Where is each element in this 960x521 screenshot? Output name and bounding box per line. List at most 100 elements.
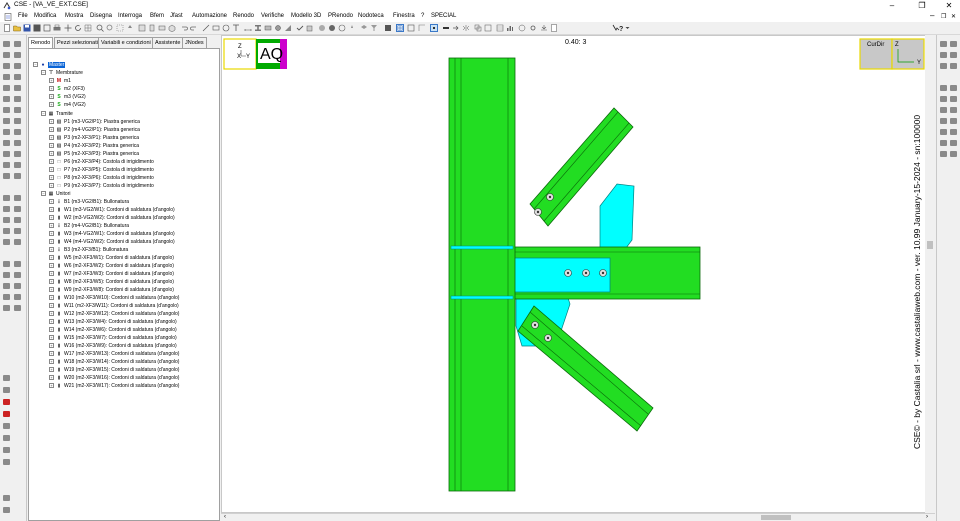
group-icon[interactable]	[484, 24, 492, 32]
tool-array-icon[interactable]	[14, 151, 21, 157]
tree-node-weld[interactable]: + ▮ W17 (m2-XF3/W13): Cordoni di saldatura…	[49, 350, 179, 358]
expand-icon[interactable]: +	[49, 327, 54, 333]
tree-node-unitori[interactable]: − ▦ Unitori	[41, 190, 70, 198]
snap-icon[interactable]	[407, 24, 415, 32]
scroll-right-icon[interactable]: ›	[926, 514, 928, 520]
tool-offset-icon[interactable]	[14, 74, 21, 80]
shade-icon[interactable]	[328, 24, 336, 32]
tool-join-icon[interactable]	[3, 173, 10, 179]
expand-icon[interactable]: +	[49, 151, 54, 157]
vertical-scrollbar[interactable]	[925, 35, 935, 513]
view-side-icon[interactable]	[148, 24, 156, 32]
tree-node-bolt[interactable]: + ⋮ B3 (m2-XF3/B1): Bullonatura	[49, 246, 128, 254]
tool-view-icon[interactable]	[3, 305, 10, 311]
circle-tool-icon[interactable]	[222, 24, 230, 32]
tool-report-icon[interactable]	[3, 294, 10, 300]
tool-dim-icon[interactable]	[14, 107, 21, 113]
child-close-button[interactable]: ✕	[951, 13, 956, 20]
tool-angle-icon[interactable]	[3, 239, 10, 245]
info-icon[interactable]	[518, 24, 526, 32]
expand-icon[interactable]: +	[49, 223, 54, 229]
copy-object-icon[interactable]	[474, 24, 482, 32]
weld-icon[interactable]	[284, 24, 292, 32]
tree-node-master[interactable]: − ● Master	[33, 61, 66, 69]
tool-select-icon[interactable]	[3, 41, 10, 47]
tree-node-weld[interactable]: + ▮ W20 (m2-XF3/W16): Cordoni di saldatura…	[49, 374, 179, 382]
tree-node-weld[interactable]: + ▮ W8 (m2-XF3/W5): Cordoni di saldatura (…	[49, 278, 174, 286]
tool-chamfer-icon[interactable]	[14, 96, 21, 102]
menu-modello-3d[interactable]: Modello 3D	[291, 13, 321, 19]
section-icon[interactable]	[254, 24, 262, 32]
view-badge[interactable]: AQ	[256, 39, 287, 69]
zoom-in-icon[interactable]	[96, 24, 104, 32]
tool-layer-icon[interactable]	[14, 305, 21, 311]
layer-icon[interactable]	[360, 24, 368, 32]
expand-icon[interactable]: +	[49, 263, 54, 269]
scroll-left-icon[interactable]: ‹	[224, 514, 226, 520]
print-icon[interactable]	[53, 24, 61, 32]
rtool-m-icon[interactable]	[940, 118, 947, 124]
bolt-icon[interactable]	[274, 24, 282, 32]
tool-break-icon[interactable]	[14, 162, 21, 168]
tool-profile-icon[interactable]	[14, 228, 21, 234]
rtool-a-icon[interactable]	[940, 41, 947, 47]
curdir-widget[interactable]: CurDir Z Y	[859, 38, 925, 70]
zoom-window-icon[interactable]	[116, 24, 124, 32]
rtool-f-icon[interactable]	[950, 63, 957, 69]
expand-icon[interactable]: +	[49, 231, 54, 237]
menu-finestra[interactable]: Finestra	[393, 13, 415, 19]
filter-icon[interactable]	[370, 24, 378, 32]
tree-node-stiffener[interactable]: + □ P6 (m2-XF3/P4): Costola di irrigidimen…	[49, 158, 154, 166]
tool-b-icon[interactable]	[3, 387, 10, 393]
vscroll-thumb[interactable]	[927, 241, 933, 249]
tree-node-member[interactable]: + Sm2 (XF3)	[49, 85, 85, 93]
expand-icon[interactable]: +	[49, 287, 54, 293]
tree-node-weld[interactable]: + ▮ W12 (m2-XF3/W12): Cordoni di saldatura…	[49, 310, 179, 318]
rtool-e-icon[interactable]	[940, 63, 947, 69]
tree-node-weld[interactable]: + ▮ W9 (m2-XF3/W8): Cordoni di saldatura (…	[49, 286, 174, 294]
tool-e-icon[interactable]	[3, 447, 10, 453]
settings-icon[interactable]	[529, 24, 537, 32]
expand-icon[interactable]: +	[49, 127, 54, 133]
tool-line-icon[interactable]	[3, 52, 10, 58]
tree-node-stiffener[interactable]: + □ P9 (m2-XF3/P7): Costola di irrigidimen…	[49, 182, 154, 190]
zoom-out-icon[interactable]	[106, 24, 114, 32]
rtool-d-icon[interactable]	[950, 52, 957, 58]
tree-node-weld[interactable]: + ▮ W14 (m2-XF3/W6): Cordoni di saldatura …	[49, 326, 177, 334]
tree-node-weld[interactable]: + ▮ W21 (m2-XF3/W17): Cordoni di saldatura…	[49, 382, 179, 390]
tree-node-stiffener[interactable]: + □ P7 (m2-XF3/P5): Costola di irrigidimen…	[49, 166, 154, 174]
rtool-r-icon[interactable]	[950, 140, 957, 146]
tool-circle-icon[interactable]	[14, 63, 21, 69]
rtool-t-icon[interactable]	[950, 151, 957, 157]
menu-interroga[interactable]: Interroga	[118, 13, 142, 19]
rtool-g-icon[interactable]	[940, 85, 947, 91]
tree-node-weld[interactable]: + ▮ W15 (m2-XF3/W7): Cordoni di saldatura …	[49, 334, 177, 342]
check-icon[interactable]	[296, 24, 304, 32]
redo-icon[interactable]	[190, 24, 198, 32]
expand-icon[interactable]: +	[49, 367, 54, 373]
view-iso-icon[interactable]	[168, 24, 176, 32]
tool-fem-icon[interactable]	[14, 272, 21, 278]
tool-scale-icon[interactable]	[14, 140, 21, 146]
tree-node-membrature[interactable]: − ⊤ Membrature	[41, 69, 83, 77]
tool-h-icon[interactable]	[3, 507, 10, 513]
expand-icon[interactable]: +	[49, 159, 54, 165]
expand-icon[interactable]: +	[49, 78, 54, 84]
menu-help[interactable]: ?	[421, 13, 424, 19]
tool-polyline-icon[interactable]	[14, 52, 21, 58]
export-icon[interactable]	[540, 24, 548, 32]
expand-icon[interactable]: +	[49, 207, 54, 213]
tool-bolt-icon[interactable]	[14, 195, 21, 201]
tool-fillet-icon[interactable]	[3, 96, 10, 102]
tool-check-icon[interactable]	[3, 272, 10, 278]
expand-icon[interactable]: +	[49, 239, 54, 245]
table-icon[interactable]	[496, 24, 504, 32]
expand-icon[interactable]: +	[49, 359, 54, 365]
tool-delete-icon[interactable]	[3, 399, 10, 405]
tree-node-weld[interactable]: + ▮ W1 (m3-VG2/W1): Cordoni di saldatura (…	[49, 206, 175, 214]
point-mode-icon[interactable]	[430, 24, 438, 32]
tool-hole-icon[interactable]	[14, 217, 21, 223]
tool-a-icon[interactable]	[3, 375, 10, 381]
lower-diagonal-member[interactable]	[515, 285, 654, 432]
pan-icon[interactable]	[126, 24, 134, 32]
